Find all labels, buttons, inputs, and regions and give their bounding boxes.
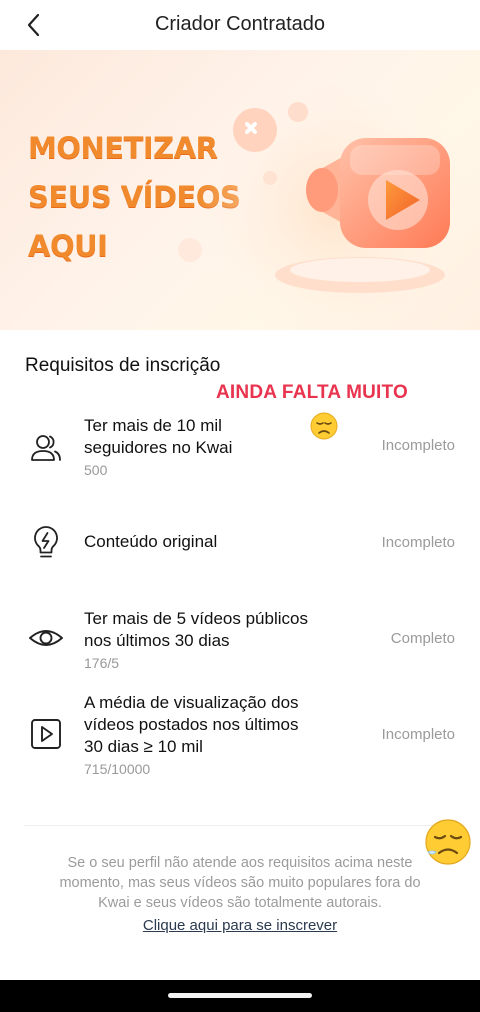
requirement-text: A média de visualização dos vídeos posta…: [84, 692, 299, 779]
requirement-text: Ter mais de 5 vídeos públicos nos último…: [84, 608, 308, 673]
requirement-line: 30 dias ≥ 10 mil: [84, 737, 203, 756]
requirement-line: vídeos postados nos últimos: [84, 715, 299, 734]
status-label: Incompleto: [381, 437, 455, 454]
footer-line: Se o seu perfil não atende aos requisito…: [67, 855, 413, 871]
status-label: Incompleto: [381, 726, 455, 743]
requirement-average-views: A média de visualização dos vídeos posta…: [0, 690, 480, 780]
subscribe-link-row: Clique aqui para se inscrever: [0, 917, 480, 934]
requirement-progress: 500: [84, 462, 108, 478]
section-title: Requisitos de inscrição: [25, 355, 221, 376]
monetize-banner[interactable]: MONETIZAR SEUS VÍDEOS AQUI: [0, 50, 480, 330]
top-bar: Criador Contratado: [0, 0, 480, 50]
requirement-line: Ter mais de 10 mil: [84, 416, 222, 435]
requirement-line: nos últimos 30 dias: [84, 631, 230, 650]
page-title: Criador Contratado: [154, 13, 326, 35]
requirement-progress: 715/10000: [84, 761, 151, 777]
requirement-public-videos: Ter mais de 5 vídeos públicos nos último…: [0, 606, 480, 672]
video-camera-illustration: [178, 70, 475, 330]
footer-info-text: Se o seu perfil não atende aos requisito…: [30, 853, 450, 913]
footer-line: momento, mas seus vídeos são muito popul…: [59, 875, 421, 891]
system-navigation-bar: [0, 980, 480, 1012]
requirement-original-content: Conteúdo original Incompleto: [0, 515, 480, 571]
requirement-line: A média de visualização dos: [84, 693, 299, 712]
home-indicator[interactable]: [168, 993, 312, 998]
requirement-line: Ter mais de 5 vídeos públicos: [84, 609, 308, 628]
annotation-text: AINDA FALTA MUITO: [216, 382, 408, 403]
status-label: Completo: [390, 630, 455, 647]
subscribe-link[interactable]: Clique aqui para se inscrever: [143, 917, 337, 934]
divider: [24, 825, 456, 826]
requirement-progress: 176/5: [84, 655, 120, 671]
requirement-text: Conteúdo original: [84, 531, 217, 553]
users-icon: [31, 435, 61, 461]
requirement-line: Conteúdo original: [84, 532, 218, 551]
lightbulb-icon: [34, 526, 58, 558]
requirement-line: seguidores no Kwai: [84, 438, 233, 457]
status-label: Incompleto: [381, 534, 455, 551]
play-square-icon: [31, 719, 61, 749]
eye-icon: [29, 630, 63, 646]
footer-line: Kwai e seus vídeos são totalmente autora…: [98, 895, 382, 911]
requirement-followers: Ter mais de 10 mil seguidores no Kwai 50…: [0, 410, 480, 480]
requirement-text: Ter mais de 10 mil seguidores no Kwai 50…: [84, 415, 232, 480]
